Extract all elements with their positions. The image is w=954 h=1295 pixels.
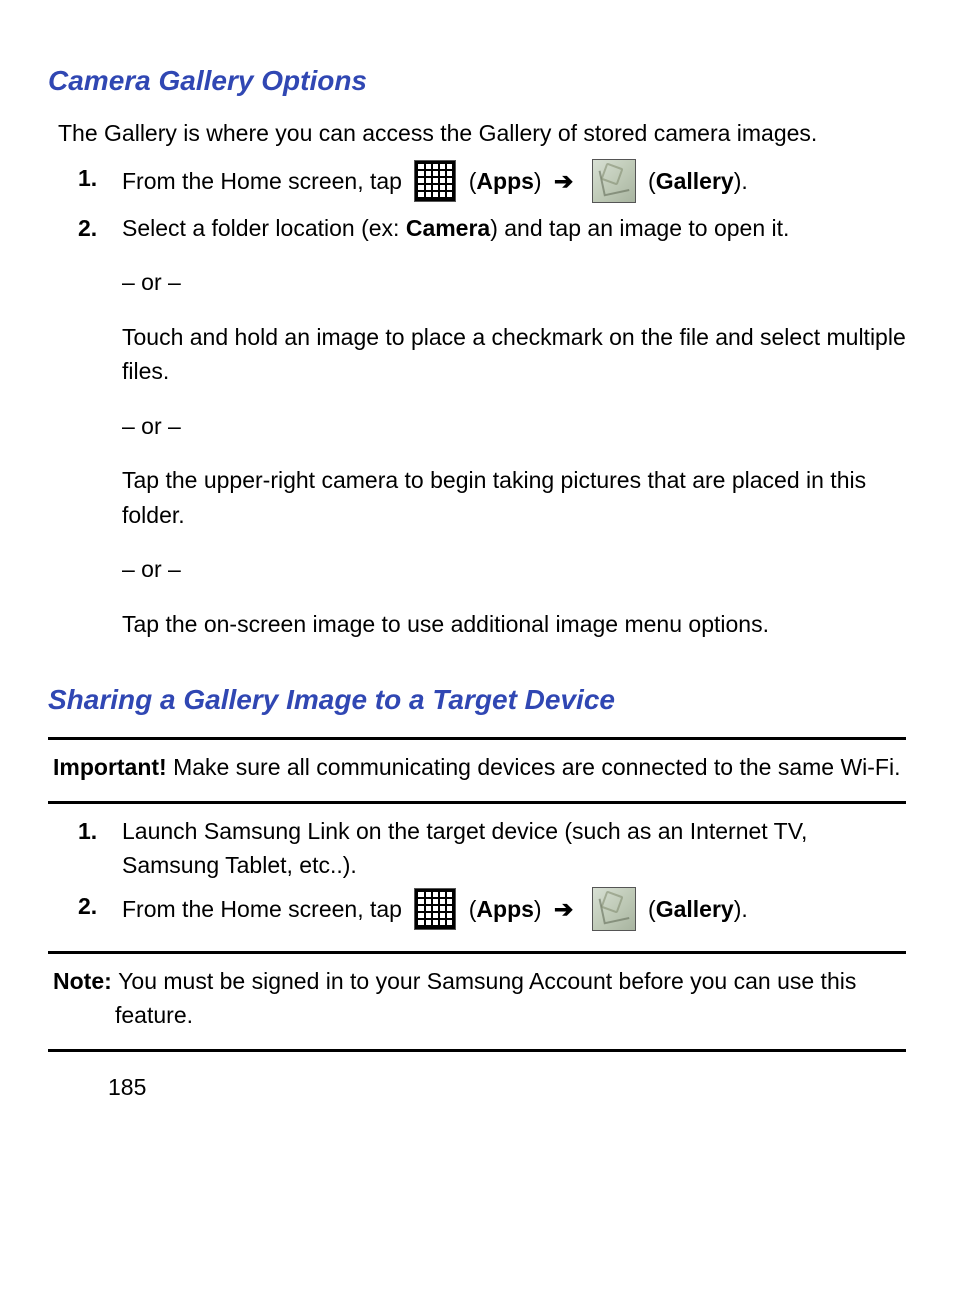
step-text: From the Home screen, tap [122, 896, 408, 922]
or-separator: – or – [122, 409, 906, 444]
or-separator: – or – [122, 265, 906, 300]
intro-paragraph: The Gallery is where you can access the … [58, 116, 906, 151]
step-text: ) and tap an image to open it. [490, 215, 789, 241]
step-body: Select a folder location (ex: Camera) an… [122, 211, 906, 662]
step-number: 1. [78, 161, 122, 196]
step-number: 2. [78, 211, 122, 246]
step-text: Launch Samsung Link on the target device… [122, 818, 807, 879]
gallery-label: Gallery [656, 896, 734, 922]
step-body: From the Home screen, tap (Apps) ➔ (Gall… [122, 889, 906, 933]
apps-label: Apps [476, 896, 534, 922]
note-block: Note: You must be signed in to your Sams… [53, 964, 906, 1033]
steps-list-2: 1. Launch Samsung Link on the target dev… [78, 814, 906, 933]
step-text: From the Home screen, tap [122, 168, 408, 194]
divider [48, 737, 906, 740]
divider [48, 951, 906, 954]
gallery-icon [592, 159, 636, 203]
arrow-icon: ➔ [554, 161, 573, 202]
apps-label: Apps [476, 168, 534, 194]
heading-camera-gallery-options: Camera Gallery Options [48, 60, 906, 102]
gallery-label: Gallery [656, 168, 734, 194]
step-1: 1. Launch Samsung Link on the target dev… [78, 814, 906, 883]
step-2: 2. Select a folder location (ex: Camera)… [78, 211, 906, 662]
step-body: Launch Samsung Link on the target device… [122, 814, 906, 883]
page-number: 185 [108, 1070, 906, 1105]
bold-camera: Camera [406, 215, 490, 241]
step-suffix: ). [734, 896, 748, 922]
heading-sharing-gallery-image: Sharing a Gallery Image to a Target Devi… [48, 679, 906, 721]
important-label: Important! [53, 754, 173, 780]
step-text: Touch and hold an image to place a check… [122, 320, 906, 389]
note-text: You must be signed in to your Samsung Ac… [115, 968, 856, 1029]
step-number: 1. [78, 814, 122, 849]
arrow-icon: ➔ [554, 889, 573, 930]
step-text: Tap the on-screen image to use additiona… [122, 607, 906, 642]
divider [48, 1049, 906, 1052]
apps-grid-icon [414, 888, 456, 930]
step-suffix: ). [734, 168, 748, 194]
note-label: Note: [53, 968, 118, 994]
divider [48, 801, 906, 804]
or-separator: – or – [122, 552, 906, 587]
apps-grid-icon [414, 160, 456, 202]
gallery-icon [592, 887, 636, 931]
important-text: Make sure all communicating devices are … [173, 754, 900, 780]
important-note: Important! Make sure all communicating d… [53, 750, 906, 785]
step-body: From the Home screen, tap (Apps) ➔ (Gall… [122, 161, 906, 205]
step-text: Select a folder location (ex: [122, 215, 406, 241]
step-text: Tap the upper-right camera to begin taki… [122, 463, 906, 532]
steps-list-1: 1. From the Home screen, tap (Apps) ➔ (G… [78, 161, 906, 662]
step-number: 2. [78, 889, 122, 924]
step-1: 1. From the Home screen, tap (Apps) ➔ (G… [78, 161, 906, 205]
step-2: 2. From the Home screen, tap (Apps) ➔ (G… [78, 889, 906, 933]
